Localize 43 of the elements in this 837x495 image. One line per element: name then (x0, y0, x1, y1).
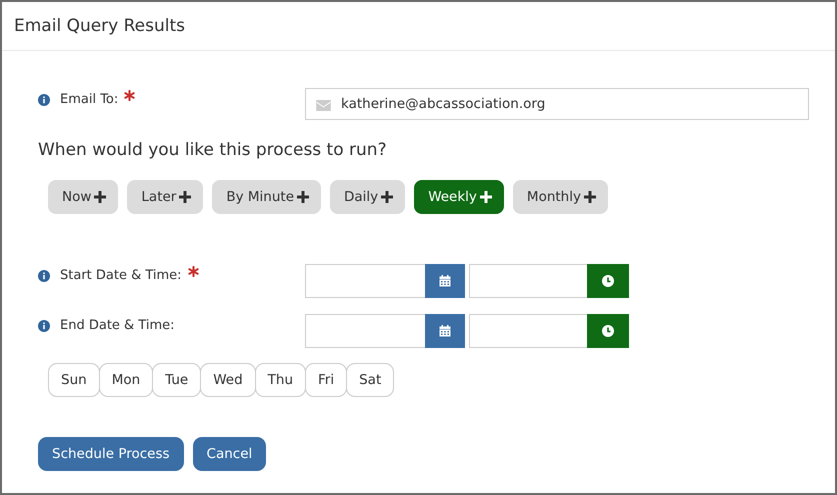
time-field[interactable] (469, 264, 587, 298)
calendar-button[interactable] (425, 264, 465, 298)
date-field[interactable] (305, 264, 425, 298)
field-label: Start Date & Time: (60, 268, 182, 283)
frequency-button[interactable]: Now (48, 180, 118, 214)
calendar-icon (439, 275, 451, 287)
plus-icon (381, 191, 394, 203)
day-button[interactable]: Sat (346, 363, 394, 397)
frequency-button[interactable]: By Minute (212, 180, 322, 214)
day-button[interactable]: Mon (98, 363, 154, 397)
day-button[interactable]: Sun (48, 363, 100, 397)
calendar-button[interactable] (425, 314, 465, 348)
schedule-button[interactable]: Schedule Process (38, 437, 184, 471)
day-button[interactable]: Wed (200, 363, 256, 397)
clock-icon (602, 275, 614, 287)
calendar-icon (439, 325, 451, 337)
envelope-icon (316, 100, 331, 111)
plus-icon (480, 191, 492, 203)
day-button[interactable]: Fri (305, 363, 348, 397)
frequency-button[interactable]: Daily (330, 180, 406, 214)
question-text: When would you like this process to run? (38, 140, 388, 160)
day-button[interactable]: Tue (152, 363, 202, 397)
plus-icon (94, 191, 106, 203)
window-title: Email Query Results (14, 16, 186, 36)
plus-icon (297, 191, 310, 203)
field-label: End Date & Time: (60, 318, 175, 333)
clock-icon (602, 325, 614, 337)
frequency-button[interactable]: Weekly (414, 180, 504, 214)
email-field[interactable]: katherine@abcassociation.org (305, 88, 809, 120)
frequency-button[interactable]: Monthly (512, 180, 608, 214)
clock-button[interactable] (587, 314, 629, 348)
info-icon[interactable] (38, 94, 50, 106)
info-icon[interactable] (38, 320, 50, 332)
date-field[interactable] (305, 314, 425, 348)
info-icon[interactable] (38, 270, 50, 282)
plus-icon (584, 191, 596, 203)
time-field[interactable] (469, 314, 587, 348)
frequency-button[interactable]: Later (127, 180, 204, 214)
cancel-button[interactable]: Cancel (192, 437, 266, 471)
field-label: Email To: (60, 92, 118, 107)
clock-button[interactable] (587, 264, 629, 298)
day-button[interactable]: Thu (254, 363, 306, 397)
plus-icon (179, 191, 192, 203)
